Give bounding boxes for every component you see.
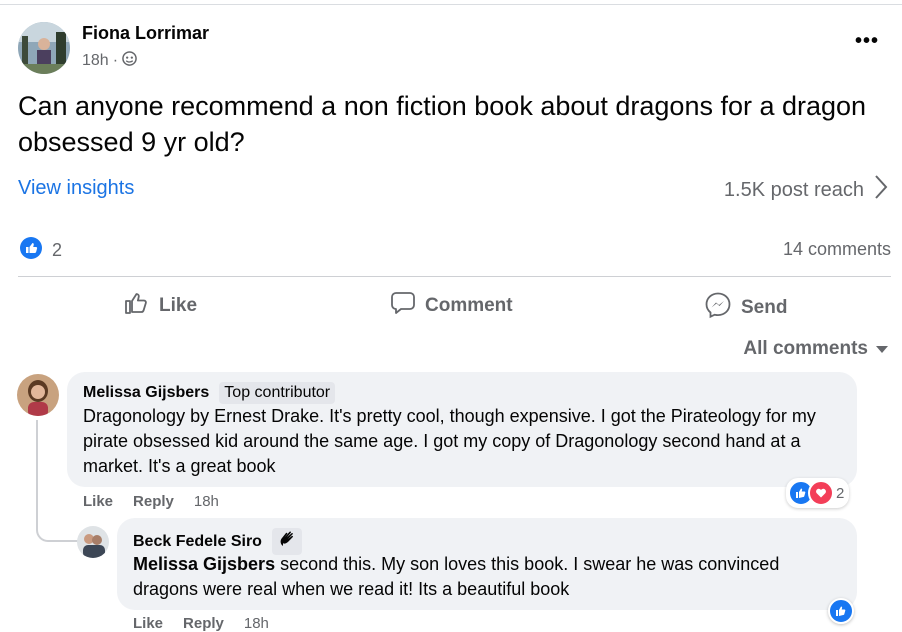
new-member-wave-icon bbox=[271, 528, 302, 555]
reply-mention[interactable]: Melissa Gijsbers bbox=[133, 554, 275, 574]
like-count: 2 bbox=[52, 240, 63, 260]
divider bbox=[18, 276, 891, 277]
comment-button-label: Comment bbox=[425, 295, 513, 316]
reply-bubble: Beck Fedele Siro Melissa Gijsbers second… bbox=[117, 518, 857, 610]
dropdown-caret-icon bbox=[876, 338, 888, 360]
like-reaction-icon bbox=[20, 237, 42, 264]
comments-sort-label: All comments bbox=[743, 338, 868, 359]
reply-author-name[interactable]: Beck Fedele Siro bbox=[133, 533, 262, 551]
post-meta: 18h · bbox=[82, 51, 137, 71]
messenger-icon bbox=[704, 291, 732, 325]
like-button-label: Like bbox=[159, 295, 198, 316]
post-reach-label: 1.5K post reach bbox=[723, 178, 864, 201]
comment-button[interactable]: Comment bbox=[390, 291, 513, 321]
globe-icon[interactable] bbox=[122, 51, 137, 71]
comment-icon bbox=[390, 291, 416, 321]
like-reaction-icon bbox=[828, 598, 854, 624]
reply-actions: Like Reply 18h bbox=[133, 615, 269, 632]
comment-time[interactable]: 18h bbox=[194, 493, 219, 510]
comment-author-name[interactable]: Melissa Gijsbers bbox=[83, 384, 209, 402]
post-text: Can anyone recommend a non fiction book … bbox=[18, 91, 867, 157]
comment-text: Dragonology by Ernest Drake. It's pretty… bbox=[83, 406, 816, 476]
comment-actions: Like Reply 18h bbox=[83, 493, 219, 510]
reaction-summary[interactable]: 2 bbox=[20, 237, 62, 264]
top-contributor-badge: Top contributor bbox=[219, 382, 336, 404]
top-border bbox=[0, 4, 902, 5]
comments-sort-dropdown[interactable]: All comments bbox=[743, 338, 888, 360]
reply-text: Melissa Gijsbers second this. My son lov… bbox=[133, 552, 833, 602]
post-author-name[interactable]: Fiona Lorrimar bbox=[82, 23, 209, 44]
chevron-right-icon bbox=[874, 174, 888, 206]
love-reaction-icon bbox=[808, 480, 834, 506]
reply-time[interactable]: 18h bbox=[244, 615, 269, 632]
comment-like-button[interactable]: Like bbox=[83, 493, 113, 510]
comment-reactions[interactable]: 2 bbox=[786, 478, 850, 508]
meta-separator: · bbox=[112, 52, 119, 69]
post-reach[interactable]: 1.5K post reach bbox=[724, 174, 888, 206]
reply-reaction[interactable] bbox=[828, 598, 854, 624]
comments-count[interactable]: 14 comments bbox=[783, 239, 891, 260]
like-button[interactable]: Like bbox=[124, 291, 197, 321]
reply-author-avatar[interactable] bbox=[77, 526, 109, 558]
more-icon[interactable]: ••• bbox=[855, 30, 879, 53]
send-button[interactable]: Send bbox=[704, 291, 787, 325]
reply-reply-button[interactable]: Reply bbox=[183, 615, 224, 632]
commenter-avatar[interactable] bbox=[17, 374, 59, 416]
send-button-label: Send bbox=[741, 297, 788, 318]
view-insights-link[interactable]: View insights bbox=[18, 177, 134, 200]
comment-reaction-count: 2 bbox=[836, 484, 845, 502]
comment-reply-button[interactable]: Reply bbox=[133, 493, 174, 510]
thumbs-up-icon bbox=[124, 291, 150, 321]
post-time[interactable]: 18h bbox=[82, 52, 109, 70]
reply-like-button[interactable]: Like bbox=[133, 615, 163, 632]
comment-bubble: Melissa Gijsbers Top contributor Dragono… bbox=[67, 372, 857, 487]
post-author-avatar[interactable] bbox=[18, 22, 70, 74]
